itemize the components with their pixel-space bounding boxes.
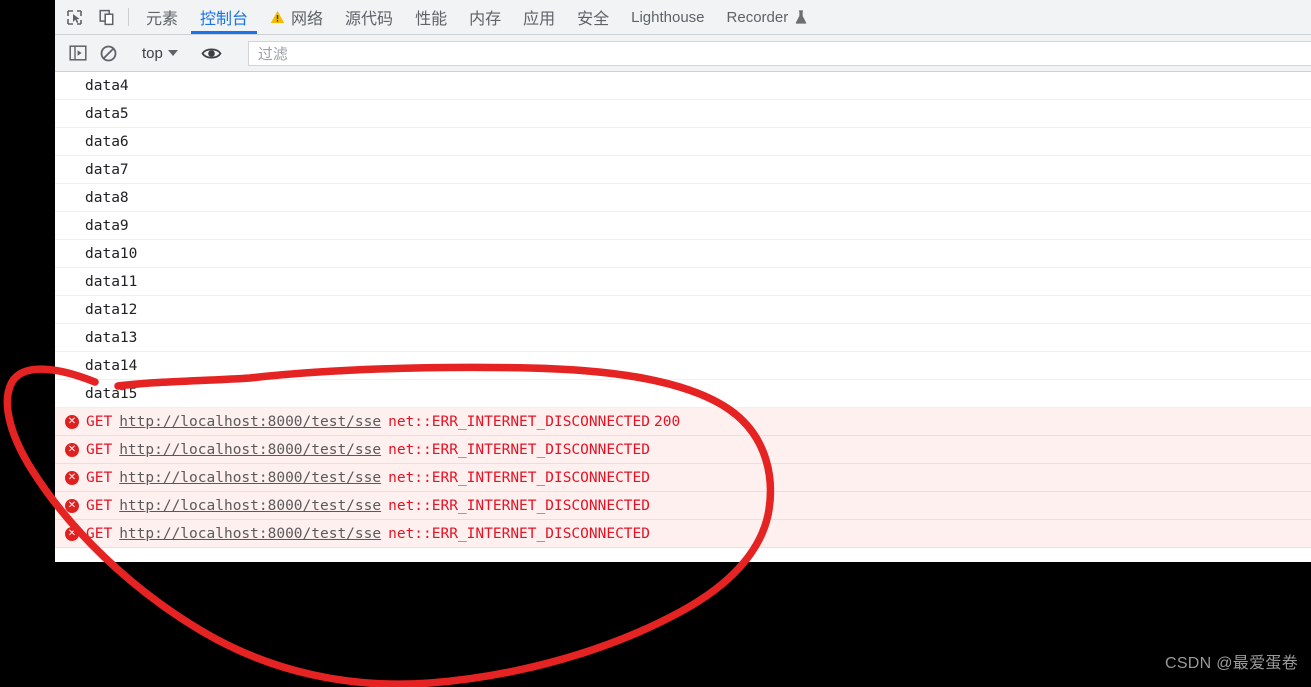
execution-context-selector[interactable]: top: [136, 45, 184, 62]
devtools-tabstrip: 元素 控制台 网络 源代码 性能 内存 应用 安全 Lighthouse Rec…: [55, 0, 1311, 35]
error-method: GET: [86, 525, 113, 542]
live-expression-eye-icon[interactable]: [197, 40, 227, 66]
tab-sources[interactable]: 源代码: [334, 0, 404, 34]
chevron-down-icon: [167, 50, 178, 56]
error-message: net::ERR_INTERNET_DISCONNECTED: [388, 413, 651, 430]
tab-application[interactable]: 应用: [512, 0, 566, 34]
log-text: data12: [85, 301, 138, 318]
error-icon: ✕: [65, 442, 79, 457]
tab-network[interactable]: 网络: [259, 0, 334, 34]
error-message: net::ERR_INTERNET_DISCONNECTED: [388, 441, 651, 458]
tab-lighthouse[interactable]: Lighthouse: [620, 0, 715, 34]
error-icon: ✕: [65, 470, 79, 485]
log-text: data6: [85, 133, 129, 150]
log-text: data13: [85, 329, 138, 346]
log-row[interactable]: data9: [55, 212, 1311, 240]
log-row[interactable]: data7: [55, 156, 1311, 184]
error-row[interactable]: ✕ GET http://localhost:8000/test/sse net…: [55, 492, 1311, 520]
tab-recorder[interactable]: Recorder: [716, 0, 820, 34]
error-icon: ✕: [65, 498, 79, 513]
log-row[interactable]: data13: [55, 324, 1311, 352]
error-message: net::ERR_INTERNET_DISCONNECTED: [388, 497, 651, 514]
tab-label: 网络: [291, 11, 324, 28]
tab-label: 安全: [577, 11, 610, 28]
tab-security[interactable]: 安全: [566, 0, 620, 34]
tab-label: 元素: [146, 11, 179, 28]
console-message-list: data4 data5 data6 data7 data8 data9 data…: [55, 72, 1311, 548]
tab-label: 应用: [523, 11, 556, 28]
tab-label: Recorder: [726, 8, 789, 26]
tab-label: 性能: [415, 11, 448, 28]
error-message: net::ERR_INTERNET_DISCONNECTED: [388, 469, 651, 486]
sidebar-panel-icon[interactable]: [63, 40, 93, 66]
error-url-link[interactable]: http://localhost:8000/test/sse: [119, 498, 381, 514]
log-text: data5: [85, 105, 129, 122]
error-message: net::ERR_INTERNET_DISCONNECTED: [388, 525, 651, 542]
log-row[interactable]: data5: [55, 100, 1311, 128]
log-text: data4: [85, 77, 129, 94]
log-row[interactable]: data10: [55, 240, 1311, 268]
log-row[interactable]: data6: [55, 128, 1311, 156]
error-icon: ✕: [65, 414, 79, 429]
inspect-element-icon[interactable]: [58, 0, 90, 34]
clear-console-icon[interactable]: [93, 40, 123, 66]
log-row[interactable]: data12: [55, 296, 1311, 324]
filter-placeholder: 过滤: [257, 45, 288, 63]
tab-label: 控制台: [200, 11, 249, 28]
error-status-code: 200: [654, 413, 681, 430]
tab-performance[interactable]: 性能: [404, 0, 458, 34]
warning-triangle-icon: [270, 10, 285, 24]
error-method: GET: [86, 497, 113, 514]
log-text: data7: [85, 161, 129, 178]
console-filter-toolbar: top 过滤: [55, 35, 1311, 72]
error-url-link[interactable]: http://localhost:8000/test/sse: [119, 470, 381, 486]
error-icon: ✕: [65, 526, 79, 541]
tab-label: Lighthouse: [631, 8, 705, 26]
tab-label: 源代码: [345, 11, 394, 28]
flask-icon: [794, 9, 808, 25]
error-method: GET: [86, 469, 113, 486]
log-row[interactable]: data8: [55, 184, 1311, 212]
error-row[interactable]: ✕ GET http://localhost:8000/test/sse net…: [55, 408, 1311, 436]
tab-elements[interactable]: 元素: [135, 0, 189, 34]
log-text: data11: [85, 273, 138, 290]
execution-context-label: top: [142, 44, 163, 62]
log-text: data8: [85, 189, 129, 206]
tab-console[interactable]: 控制台: [189, 0, 259, 34]
log-text: data14: [85, 357, 138, 374]
log-text: data9: [85, 217, 129, 234]
error-row[interactable]: ✕ GET http://localhost:8000/test/sse net…: [55, 464, 1311, 492]
log-row[interactable]: data4: [55, 72, 1311, 100]
tab-label: 内存: [469, 11, 502, 28]
device-toolbar-icon[interactable]: [90, 0, 122, 34]
toolbar-divider: [128, 8, 129, 26]
error-method: GET: [86, 413, 113, 430]
error-url-link[interactable]: http://localhost:8000/test/sse: [119, 414, 381, 430]
error-url-link[interactable]: http://localhost:8000/test/sse: [119, 442, 381, 458]
error-method: GET: [86, 441, 113, 458]
error-row[interactable]: ✕ GET http://localhost:8000/test/sse net…: [55, 520, 1311, 548]
error-url-link[interactable]: http://localhost:8000/test/sse: [119, 526, 381, 542]
log-row[interactable]: data11: [55, 268, 1311, 296]
log-text: data15: [85, 385, 138, 402]
error-row[interactable]: ✕ GET http://localhost:8000/test/sse net…: [55, 436, 1311, 464]
log-text: data10: [85, 245, 138, 262]
log-row[interactable]: data15: [55, 380, 1311, 408]
devtools-window: 元素 控制台 网络 源代码 性能 内存 应用 安全 Lighthouse Rec…: [55, 0, 1311, 562]
tab-memory[interactable]: 内存: [458, 0, 512, 34]
log-row[interactable]: data14: [55, 352, 1311, 380]
csdn-watermark: CSDN @最爱蛋卷: [1164, 655, 1298, 672]
filter-input[interactable]: 过滤: [247, 40, 1311, 66]
